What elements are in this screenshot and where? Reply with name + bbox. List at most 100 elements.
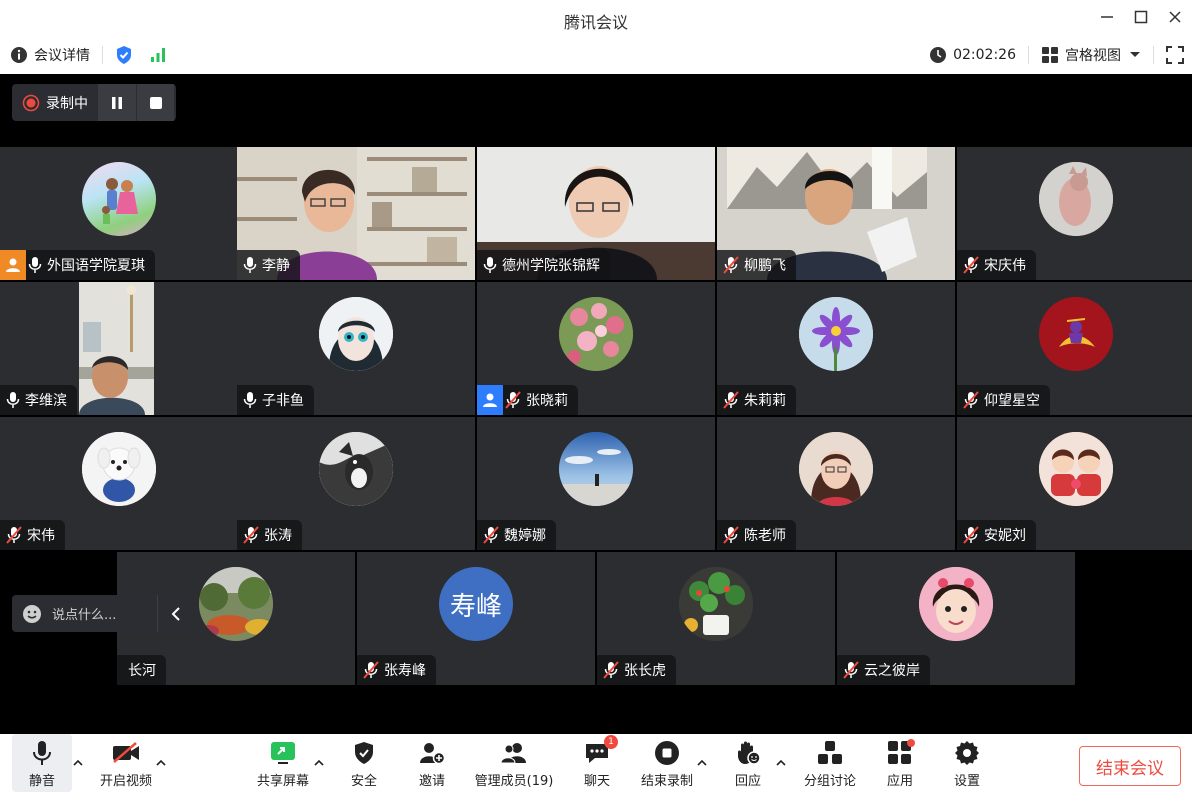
fullscreen-icon[interactable] [1166, 46, 1184, 64]
participant-tile[interactable]: 陈老师 [717, 417, 955, 550]
microphone-icon [6, 392, 20, 408]
avatar [559, 432, 633, 506]
manage-members-button[interactable]: 管理成员(19) [470, 734, 558, 792]
microphone-muted-icon [505, 391, 521, 409]
participant-tile[interactable]: 宋庆伟 [957, 147, 1192, 280]
settings-button[interactable]: 设置 [945, 734, 989, 792]
participant-tile[interactable]: 李维滨 [0, 282, 238, 415]
participant-tile[interactable]: 子非鱼 [237, 282, 475, 415]
reactions-button[interactable]: 回应 [726, 734, 770, 792]
manage-members-label: 管理成员(19) [474, 774, 554, 789]
participant-tile[interactable]: 李静 [237, 147, 475, 280]
cohost-icon [477, 385, 503, 415]
stop-recording-button[interactable] [136, 84, 174, 121]
participant-name: 张寿峰 [384, 663, 426, 679]
participant-name: 张晓莉 [526, 393, 568, 409]
video-stage: 录制中 外国语学院夏琪 李静 德州学院张锦辉 柳鹏飞 宋庆伟 李维滨 子非鱼 张… [0, 74, 1192, 734]
chat-button[interactable]: 1 聊天 [575, 734, 619, 792]
reactions-label: 回应 [734, 774, 761, 789]
stop-recording-label: 结束录制 [640, 774, 693, 789]
security-button[interactable]: 安全 [340, 734, 388, 792]
avatar [1039, 297, 1113, 371]
pause-recording-button[interactable] [98, 84, 136, 121]
title-bar: 腾讯会议 [0, 0, 1192, 37]
signal-icon[interactable] [149, 46, 167, 64]
close-icon[interactable] [1158, 0, 1192, 34]
participant-name: 魏婷娜 [504, 528, 546, 544]
microphone-icon [28, 257, 42, 273]
apps-button[interactable]: 应用 [878, 734, 922, 792]
participant-name: 外国语学院夏琪 [47, 258, 145, 274]
avatar-initials: 寿峰 [439, 567, 513, 641]
microphone-muted-icon [723, 526, 739, 544]
microphone-muted-icon [243, 526, 259, 544]
participant-nametag: 外国语学院夏琪 [0, 250, 155, 280]
participant-name: 德州学院张锦辉 [502, 258, 600, 274]
chat-placeholder: 说点什么... [52, 608, 117, 623]
participant-tile[interactable]: 仰望星空 [957, 282, 1192, 415]
record-options-caret-icon[interactable] [695, 756, 709, 770]
microphone-muted-icon [603, 661, 619, 679]
participant-tile[interactable]: 云之彼岸 [837, 552, 1075, 685]
record-dot-icon [22, 94, 40, 111]
participant-tile[interactable]: 宋伟 [0, 417, 238, 550]
chevron-left-icon [171, 606, 180, 621]
shield-check-icon[interactable] [115, 45, 133, 65]
participant-tile[interactable]: 朱莉莉 [717, 282, 955, 415]
participant-tile-active-speaker[interactable]: 德州学院张锦辉 [477, 147, 715, 280]
maximize-icon[interactable] [1124, 0, 1158, 34]
reactions-options-caret-icon[interactable] [774, 756, 788, 770]
breakout-rooms-icon [818, 741, 842, 764]
view-mode-dropdown[interactable]: 宫格视图 [1041, 45, 1141, 65]
share-screen-button[interactable]: 共享屏幕 [250, 734, 316, 792]
stop-recording-toolbar-button[interactable]: 结束录制 [636, 734, 698, 792]
microphone-icon [243, 392, 257, 408]
start-video-button[interactable]: 开启视频 [93, 734, 159, 792]
participant-name: 朱莉莉 [744, 393, 786, 409]
divider [1028, 46, 1029, 64]
microphone-muted-icon [963, 256, 979, 274]
invite-button[interactable]: 邀请 [408, 734, 456, 792]
participant-tile[interactable]: 张长虎 [597, 552, 835, 685]
mute-options-caret-icon[interactable] [71, 756, 85, 770]
shield-check-icon [355, 742, 373, 764]
microphone-icon [33, 741, 51, 765]
participant-tile[interactable]: 张涛 [237, 417, 475, 550]
video-options-caret-icon[interactable] [154, 756, 168, 770]
participant-tile[interactable]: 外国语学院夏琪 [0, 147, 238, 280]
participant-tile[interactable]: 张晓莉 [477, 282, 715, 415]
participant-tile[interactable]: 柳鹏飞 [717, 147, 955, 280]
participant-name: 子非鱼 [262, 393, 304, 409]
clock-icon [930, 47, 947, 63]
bottom-toolbar: 静音 开启视频 共享屏幕 安全 邀请 管理成员(19) 1 聊天 结束录制 回应… [0, 734, 1192, 792]
participant-tile[interactable]: 寿峰 张寿峰 [357, 552, 595, 685]
gear-icon [955, 741, 979, 765]
stop-record-icon [655, 741, 679, 765]
chevron-down-icon [1130, 52, 1140, 57]
avatar [799, 432, 873, 506]
participant-nametag: 张晓莉 [477, 385, 578, 415]
microphone-muted-icon [483, 526, 499, 544]
chat-quick-input[interactable]: 说点什么... [12, 595, 193, 632]
divider [102, 46, 103, 64]
meeting-details-button[interactable]: 会议详情 [10, 45, 90, 65]
avatar [319, 432, 393, 506]
collapse-chat-button[interactable] [157, 595, 193, 632]
end-meeting-button[interactable]: 结束会议 [1079, 746, 1181, 786]
camera-off-icon [113, 742, 139, 763]
participant-tile[interactable]: 魏婷娜 [477, 417, 715, 550]
minimize-icon[interactable] [1090, 0, 1124, 34]
participant-nametag: 宋伟 [0, 520, 65, 550]
participant-nametag: 李静 [237, 250, 300, 280]
microphone-muted-icon [723, 391, 739, 409]
share-options-caret-icon[interactable] [312, 756, 326, 770]
emoji-icon[interactable] [22, 604, 42, 624]
participant-tile[interactable]: 安妮刘 [957, 417, 1192, 550]
participant-nametag: 安妮刘 [957, 520, 1036, 550]
mute-button[interactable]: 静音 [12, 734, 72, 792]
microphone-muted-icon [963, 391, 979, 409]
avatar [559, 297, 633, 371]
chat-unread-badge: 1 [604, 735, 618, 749]
breakout-rooms-button[interactable]: 分组讨论 [800, 734, 860, 792]
participant-name: 陈老师 [744, 528, 786, 544]
